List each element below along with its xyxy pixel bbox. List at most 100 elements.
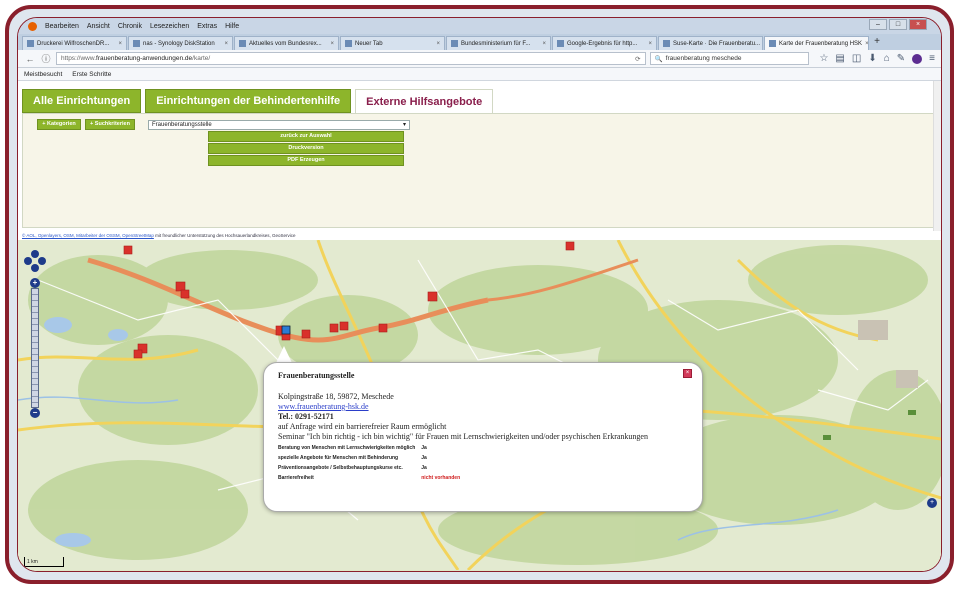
favicon-icon <box>663 40 670 47</box>
zoom-in-button[interactable]: + <box>30 278 40 288</box>
tab-alle-einrichtungen[interactable]: Alle Einrichtungen <box>22 89 142 113</box>
popup-title: Frauenberatungsstelle <box>278 371 355 380</box>
table-row: spezielle Angebote für Menschen mit Behi… <box>278 453 462 463</box>
download-icon[interactable]: ⬇ <box>868 53 876 64</box>
favicon-icon <box>27 40 34 47</box>
suchkriterien-button[interactable]: + Suchkriterien <box>85 119 135 130</box>
kategorien-button[interactable]: + Kategorien <box>37 119 81 130</box>
pan-control <box>24 250 46 272</box>
favicon-icon <box>345 40 352 47</box>
menu-item-lesezeichen[interactable]: Lesezeichen <box>150 23 189 30</box>
attribute-value: Ja <box>421 444 427 451</box>
tab-close-icon[interactable]: × <box>224 41 228 47</box>
window-controls: – □ × <box>869 19 927 30</box>
browser-tab[interactable]: nas - Synology DiskStation × <box>128 36 233 50</box>
browser-tab[interactable]: Bundesministerium für F... × <box>446 36 551 50</box>
search-value: frauenberatung meschede <box>665 55 742 62</box>
browser-tab[interactable]: Aktuelles vom Bundesrex... × <box>234 36 339 50</box>
content-tabs: Alle Einrichtungen Einrichtungen der Beh… <box>22 89 494 113</box>
favicon-icon <box>769 40 776 47</box>
toolbar-icons: ☆ ▤ ◫ ⬇ ⌂ ✎ ≡ <box>819 53 935 64</box>
layer-switcher-button[interactable]: + <box>927 498 937 508</box>
zoom-slider[interactable] <box>31 288 39 408</box>
tab-label: Bundesministerium für F... <box>461 40 531 47</box>
menu-bar: Bearbeiten Ansicht Chronik Lesezeichen E… <box>18 18 941 34</box>
attribute-label: spezielle Angebote für Menschen mit Behi… <box>278 454 399 461</box>
filter-panel: + Kategorien + Suchkriterien Frauenberat… <box>22 113 940 228</box>
back-to-selection-button[interactable]: zurück zur Auswahl <box>208 131 404 142</box>
page-scrollbar[interactable] <box>933 81 941 231</box>
page-content: Alle Einrichtungen Einrichtungen der Beh… <box>18 81 941 571</box>
map[interactable]: + − 1 km + × Frauenberatungsstelle Kolpi… <box>18 240 941 571</box>
minimize-button[interactable]: – <box>869 19 887 30</box>
window-close-button[interactable]: × <box>909 19 927 30</box>
tab-label: Karte der Frauenberatung HSK <box>779 40 863 47</box>
new-tab-button[interactable]: + <box>870 36 884 50</box>
favicon-icon <box>557 40 564 47</box>
tab-label: Google-Ergebnis für http... <box>567 40 638 47</box>
back-icon[interactable]: ← <box>24 53 36 65</box>
reload-icon[interactable]: ⟳ <box>635 55 640 63</box>
url-prefix: https://www. <box>60 55 97 62</box>
menu-item-hilfe[interactable]: Hilfe <box>225 23 239 30</box>
attribution-links[interactable]: © AOL, Openlayers, OSM, Mitarbeiter der … <box>22 233 154 238</box>
bookmark-erste-schritte[interactable]: Erste Schritte <box>72 71 111 78</box>
pan-up-icon[interactable] <box>31 250 39 258</box>
hamburger-menu-icon[interactable]: ≡ <box>929 53 935 64</box>
tab-close-icon[interactable]: × <box>865 41 868 47</box>
tab-label: Aktuelles vom Bundesrex... <box>249 40 322 47</box>
search-bar[interactable]: 🔍 frauenberatung meschede <box>649 52 810 65</box>
library-icon[interactable]: ▤ <box>835 53 844 64</box>
addon-icon[interactable] <box>912 53 923 64</box>
attribute-value: Ja <box>421 454 427 461</box>
tab-externe-hilfsangebote[interactable]: Externe Hilfsangebote <box>355 89 494 113</box>
category-select-value: Frauenberatungsstelle <box>152 122 212 128</box>
pocket-icon[interactable]: ◫ <box>852 53 861 64</box>
map-attribution: © AOL, Openlayers, OSM, Mitarbeiter der … <box>22 233 295 238</box>
print-version-button[interactable]: Druckversion <box>208 143 404 154</box>
browser-tab[interactable]: Neuer Tab × <box>340 36 445 50</box>
menu-item-extras[interactable]: Extras <box>197 23 217 30</box>
tab-close-icon[interactable]: × <box>118 41 122 47</box>
tab-close-icon[interactable]: × <box>330 41 334 47</box>
browser-tab-active[interactable]: Karte der Frauenberatung HSK × <box>764 36 869 50</box>
tab-label: Neuer Tab <box>355 40 383 47</box>
attribute-label: Beratung von Menschen mit Lernschwierigk… <box>278 444 416 451</box>
favicon-icon <box>451 40 458 47</box>
browser-tab-bar: Druckerei WilfroschenDR... × nas - Synolo… <box>18 34 941 50</box>
pan-down-icon[interactable] <box>31 264 39 272</box>
tab-close-icon[interactable]: × <box>436 41 440 47</box>
info-icon[interactable]: ⓘ <box>40 53 52 65</box>
home-icon[interactable]: ⌂ <box>884 53 890 64</box>
tab-behindertenhilfe[interactable]: Einrichtungen der Behindertenhilfe <box>145 89 352 113</box>
scale-label: 1 km <box>27 559 38 565</box>
star-icon[interactable]: ☆ <box>819 53 828 64</box>
extension-icon[interactable]: ✎ <box>897 53 905 64</box>
maximize-button[interactable]: □ <box>889 19 907 30</box>
pdf-button[interactable]: PDF Erzeugen <box>208 155 404 166</box>
map-navigation-control: + − <box>24 250 46 418</box>
tab-close-icon[interactable]: × <box>648 41 652 47</box>
browser-window: Bearbeiten Ansicht Chronik Lesezeichen E… <box>17 17 942 572</box>
menu-item-bearbeiten[interactable]: Bearbeiten <box>45 23 79 30</box>
pan-left-icon[interactable] <box>24 257 32 265</box>
browser-tab[interactable]: Suse-Karte · Die Frauenberatu...× <box>658 36 763 50</box>
browser-tab[interactable]: Google-Ergebnis für http... × <box>552 36 657 50</box>
favicon-icon <box>239 40 246 47</box>
menu-item-chronik[interactable]: Chronik <box>118 23 142 30</box>
category-select[interactable]: Frauenberatungsstelle ▾ <box>148 120 410 130</box>
bookmarks-bar: Meistbesucht Erste Schritte <box>18 68 941 81</box>
popup-website-link[interactable]: www.frauenberatung-hsk.de <box>278 402 688 412</box>
tab-close-icon[interactable]: × <box>542 41 546 47</box>
search-icon: 🔍 <box>654 55 663 63</box>
browser-tab[interactable]: Druckerei WilfroschenDR... × <box>22 36 127 50</box>
popup-close-button[interactable]: × <box>683 369 692 378</box>
popup-tail <box>276 346 292 363</box>
attribute-value-missing: nicht vorhanden <box>421 474 461 481</box>
menu-item-ansicht[interactable]: Ansicht <box>87 23 110 30</box>
url-bar[interactable]: https://www.frauenberatung-anwendungen.d… <box>55 52 646 65</box>
navigation-bar: ← ⓘ https://www.frauenberatung-anwendung… <box>18 50 941 68</box>
pan-right-icon[interactable] <box>38 257 46 265</box>
bookmark-meistbesucht[interactable]: Meistbesucht <box>24 71 62 78</box>
zoom-out-button[interactable]: − <box>30 408 40 418</box>
